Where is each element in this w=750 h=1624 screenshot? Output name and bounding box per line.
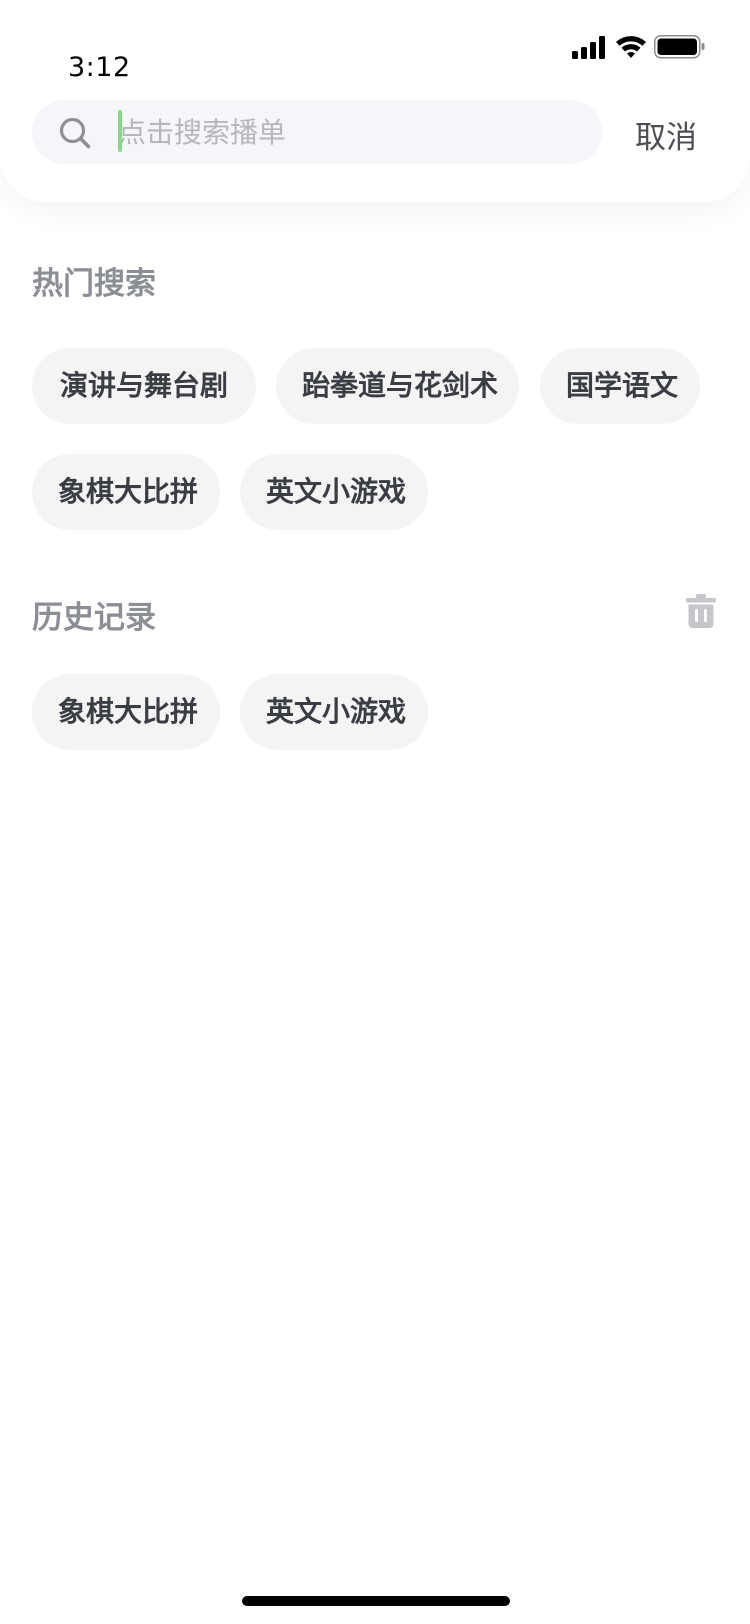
trash-icon[interactable]: [686, 594, 716, 628]
history-title: 历史记录: [32, 600, 156, 636]
home-indicator: [242, 1596, 510, 1606]
cancel-button[interactable]: 取消: [635, 112, 697, 157]
hot-search-chip[interactable]: 跆拳道与花剑术: [276, 348, 519, 424]
battery-icon: [654, 35, 705, 59]
text-caret: [118, 110, 122, 152]
hot-search-chip[interactable]: 英文小游戏: [240, 454, 428, 530]
search-input[interactable]: [114, 100, 584, 164]
search-header: 3:12 取消: [0, 0, 750, 202]
wifi-icon: [616, 36, 646, 58]
hot-search-chip[interactable]: 演讲与舞台剧: [32, 348, 256, 424]
hot-search-title: 热门搜索: [32, 266, 156, 302]
status-icons: [572, 34, 722, 60]
history-chip[interactable]: 英文小游戏: [240, 674, 428, 750]
hot-search-chip[interactable]: 国学语文: [540, 348, 700, 424]
status-time: 3:12: [68, 52, 131, 83]
search-icon: [59, 117, 91, 149]
hot-search-chip[interactable]: 象棋大比拼: [32, 454, 220, 530]
cellular-signal-icon: [572, 36, 605, 59]
history-chip[interactable]: 象棋大比拼: [32, 674, 220, 750]
